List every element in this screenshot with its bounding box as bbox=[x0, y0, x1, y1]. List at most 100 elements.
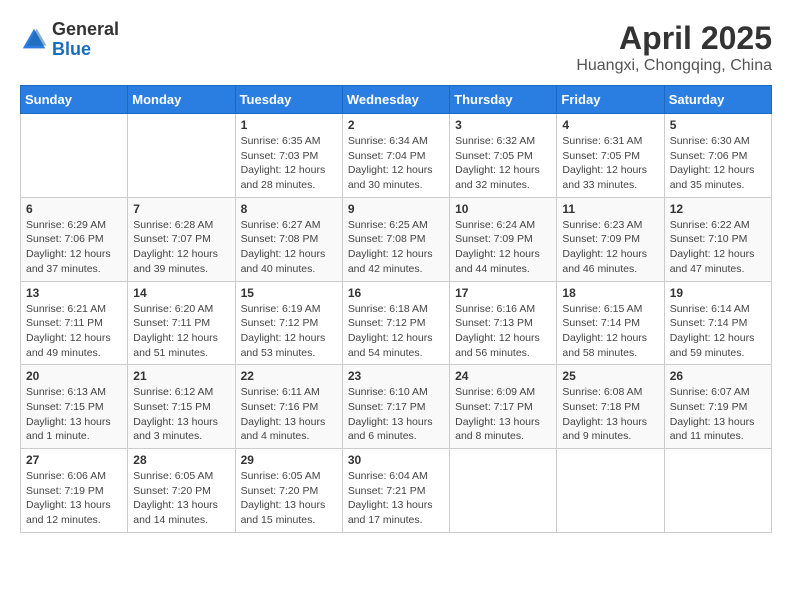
day-number: 11 bbox=[562, 202, 658, 216]
calendar-cell: 12 Sunrise: 6:22 AM Sunset: 7:10 PM Dayli… bbox=[664, 197, 771, 281]
day-number: 30 bbox=[348, 453, 444, 467]
calendar-cell bbox=[557, 449, 664, 533]
weekday-header-friday: Friday bbox=[557, 86, 664, 114]
day-number: 19 bbox=[670, 286, 766, 300]
day-number: 23 bbox=[348, 369, 444, 383]
logo: General Blue bbox=[20, 20, 119, 60]
weekday-header-thursday: Thursday bbox=[450, 86, 557, 114]
day-number: 25 bbox=[562, 369, 658, 383]
day-info: Sunrise: 6:25 AM Sunset: 7:08 PM Dayligh… bbox=[348, 218, 444, 277]
calendar-cell: 13 Sunrise: 6:21 AM Sunset: 7:11 PM Dayli… bbox=[21, 281, 128, 365]
day-number: 27 bbox=[26, 453, 122, 467]
day-number: 8 bbox=[241, 202, 337, 216]
calendar-table: SundayMondayTuesdayWednesdayThursdayFrid… bbox=[20, 85, 772, 533]
day-number: 16 bbox=[348, 286, 444, 300]
calendar-cell bbox=[128, 114, 235, 198]
day-info: Sunrise: 6:16 AM Sunset: 7:13 PM Dayligh… bbox=[455, 302, 551, 361]
day-number: 28 bbox=[133, 453, 229, 467]
day-info: Sunrise: 6:27 AM Sunset: 7:08 PM Dayligh… bbox=[241, 218, 337, 277]
location-title: Huangxi, Chongqing, China bbox=[576, 57, 772, 75]
day-info: Sunrise: 6:29 AM Sunset: 7:06 PM Dayligh… bbox=[26, 218, 122, 277]
calendar-cell: 21 Sunrise: 6:12 AM Sunset: 7:15 PM Dayli… bbox=[128, 365, 235, 449]
day-number: 24 bbox=[455, 369, 551, 383]
day-number: 6 bbox=[26, 202, 122, 216]
calendar-week-row: 1 Sunrise: 6:35 AM Sunset: 7:03 PM Daylig… bbox=[21, 114, 772, 198]
calendar-week-row: 27 Sunrise: 6:06 AM Sunset: 7:19 PM Dayli… bbox=[21, 449, 772, 533]
day-number: 15 bbox=[241, 286, 337, 300]
calendar-cell: 30 Sunrise: 6:04 AM Sunset: 7:21 PM Dayli… bbox=[342, 449, 449, 533]
calendar-week-row: 6 Sunrise: 6:29 AM Sunset: 7:06 PM Daylig… bbox=[21, 197, 772, 281]
day-info: Sunrise: 6:34 AM Sunset: 7:04 PM Dayligh… bbox=[348, 134, 444, 193]
calendar-cell: 20Sunrise: 6:13 AM Sunset: 7:15 PM Dayli… bbox=[21, 365, 128, 449]
calendar-cell bbox=[664, 449, 771, 533]
day-info: Sunrise: 6:18 AM Sunset: 7:12 PM Dayligh… bbox=[348, 302, 444, 361]
day-info: Sunrise: 6:35 AM Sunset: 7:03 PM Dayligh… bbox=[241, 134, 337, 193]
day-info: Sunrise: 6:19 AM Sunset: 7:12 PM Dayligh… bbox=[241, 302, 337, 361]
day-number: 17 bbox=[455, 286, 551, 300]
day-number: 18 bbox=[562, 286, 658, 300]
weekday-header-tuesday: Tuesday bbox=[235, 86, 342, 114]
day-number: 9 bbox=[348, 202, 444, 216]
calendar-cell: 7Sunrise: 6:28 AM Sunset: 7:07 PM Daylig… bbox=[128, 197, 235, 281]
calendar-cell: 14 Sunrise: 6:20 AM Sunset: 7:11 PM Dayli… bbox=[128, 281, 235, 365]
calendar-cell: 16 Sunrise: 6:18 AM Sunset: 7:12 PM Dayli… bbox=[342, 281, 449, 365]
calendar-cell: 24Sunrise: 6:09 AM Sunset: 7:17 PM Dayli… bbox=[450, 365, 557, 449]
logo-blue: Blue bbox=[52, 39, 91, 59]
day-number: 22 bbox=[241, 369, 337, 383]
calendar-cell: 3Sunrise: 6:32 AM Sunset: 7:05 PM Daylig… bbox=[450, 114, 557, 198]
day-info: Sunrise: 6:04 AM Sunset: 7:21 PM Dayligh… bbox=[348, 469, 444, 528]
day-info: Sunrise: 6:13 AM Sunset: 7:15 PM Dayligh… bbox=[26, 385, 122, 444]
weekday-header-saturday: Saturday bbox=[664, 86, 771, 114]
day-info: Sunrise: 6:11 AM Sunset: 7:16 PM Dayligh… bbox=[241, 385, 337, 444]
calendar-cell bbox=[21, 114, 128, 198]
calendar-cell: 22 Sunrise: 6:11 AM Sunset: 7:16 PM Dayli… bbox=[235, 365, 342, 449]
day-info: Sunrise: 6:21 AM Sunset: 7:11 PM Dayligh… bbox=[26, 302, 122, 361]
page-header: General Blue April 2025 Huangxi, Chongqi… bbox=[20, 20, 772, 75]
day-info: Sunrise: 6:31 AM Sunset: 7:05 PM Dayligh… bbox=[562, 134, 658, 193]
calendar-cell: 18 Sunrise: 6:15 AM Sunset: 7:14 PM Dayli… bbox=[557, 281, 664, 365]
day-info: Sunrise: 6:05 AM Sunset: 7:20 PM Dayligh… bbox=[241, 469, 337, 528]
day-number: 1 bbox=[241, 118, 337, 132]
logo-text: General Blue bbox=[52, 20, 119, 60]
day-info: Sunrise: 6:06 AM Sunset: 7:19 PM Dayligh… bbox=[26, 469, 122, 528]
day-number: 14 bbox=[133, 286, 229, 300]
logo-general: General bbox=[52, 19, 119, 39]
calendar-cell: 2 Sunrise: 6:34 AM Sunset: 7:04 PM Daylig… bbox=[342, 114, 449, 198]
day-number: 10 bbox=[455, 202, 551, 216]
day-info: Sunrise: 6:15 AM Sunset: 7:14 PM Dayligh… bbox=[562, 302, 658, 361]
day-info: Sunrise: 6:23 AM Sunset: 7:09 PM Dayligh… bbox=[562, 218, 658, 277]
calendar-cell: 28 Sunrise: 6:05 AM Sunset: 7:20 PM Dayli… bbox=[128, 449, 235, 533]
day-info: Sunrise: 6:12 AM Sunset: 7:15 PM Dayligh… bbox=[133, 385, 229, 444]
day-info: Sunrise: 6:28 AM Sunset: 7:07 PM Dayligh… bbox=[133, 218, 229, 277]
calendar-cell bbox=[450, 449, 557, 533]
day-number: 5 bbox=[670, 118, 766, 132]
calendar-cell: 8 Sunrise: 6:27 AM Sunset: 7:08 PM Daylig… bbox=[235, 197, 342, 281]
calendar-cell: 23 Sunrise: 6:10 AM Sunset: 7:17 PM Dayli… bbox=[342, 365, 449, 449]
day-number: 29 bbox=[241, 453, 337, 467]
day-number: 12 bbox=[670, 202, 766, 216]
day-number: 4 bbox=[562, 118, 658, 132]
calendar-cell: 27 Sunrise: 6:06 AM Sunset: 7:19 PM Dayli… bbox=[21, 449, 128, 533]
day-number: 13 bbox=[26, 286, 122, 300]
weekday-header-wednesday: Wednesday bbox=[342, 86, 449, 114]
day-number: 26 bbox=[670, 369, 766, 383]
weekday-header-monday: Monday bbox=[128, 86, 235, 114]
day-number: 2 bbox=[348, 118, 444, 132]
day-info: Sunrise: 6:05 AM Sunset: 7:20 PM Dayligh… bbox=[133, 469, 229, 528]
calendar-cell: 4 Sunrise: 6:31 AM Sunset: 7:05 PM Daylig… bbox=[557, 114, 664, 198]
calendar-cell: 29 Sunrise: 6:05 AM Sunset: 7:20 PM Dayli… bbox=[235, 449, 342, 533]
calendar-cell: 5 Sunrise: 6:30 AM Sunset: 7:06 PM Daylig… bbox=[664, 114, 771, 198]
weekday-header-row: SundayMondayTuesdayWednesdayThursdayFrid… bbox=[21, 86, 772, 114]
day-info: Sunrise: 6:10 AM Sunset: 7:17 PM Dayligh… bbox=[348, 385, 444, 444]
day-info: Sunrise: 6:30 AM Sunset: 7:06 PM Dayligh… bbox=[670, 134, 766, 193]
logo-icon bbox=[20, 26, 48, 54]
day-info: Sunrise: 6:20 AM Sunset: 7:11 PM Dayligh… bbox=[133, 302, 229, 361]
day-info: Sunrise: 6:14 AM Sunset: 7:14 PM Dayligh… bbox=[670, 302, 766, 361]
calendar-cell: 26Sunrise: 6:07 AM Sunset: 7:19 PM Dayli… bbox=[664, 365, 771, 449]
day-number: 21 bbox=[133, 369, 229, 383]
calendar-week-row: 13 Sunrise: 6:21 AM Sunset: 7:11 PM Dayli… bbox=[21, 281, 772, 365]
calendar-cell: 17 Sunrise: 6:16 AM Sunset: 7:13 PM Dayli… bbox=[450, 281, 557, 365]
calendar-cell: 19 Sunrise: 6:14 AM Sunset: 7:14 PM Dayli… bbox=[664, 281, 771, 365]
month-title: April 2025 bbox=[576, 20, 772, 57]
day-info: Sunrise: 6:22 AM Sunset: 7:10 PM Dayligh… bbox=[670, 218, 766, 277]
